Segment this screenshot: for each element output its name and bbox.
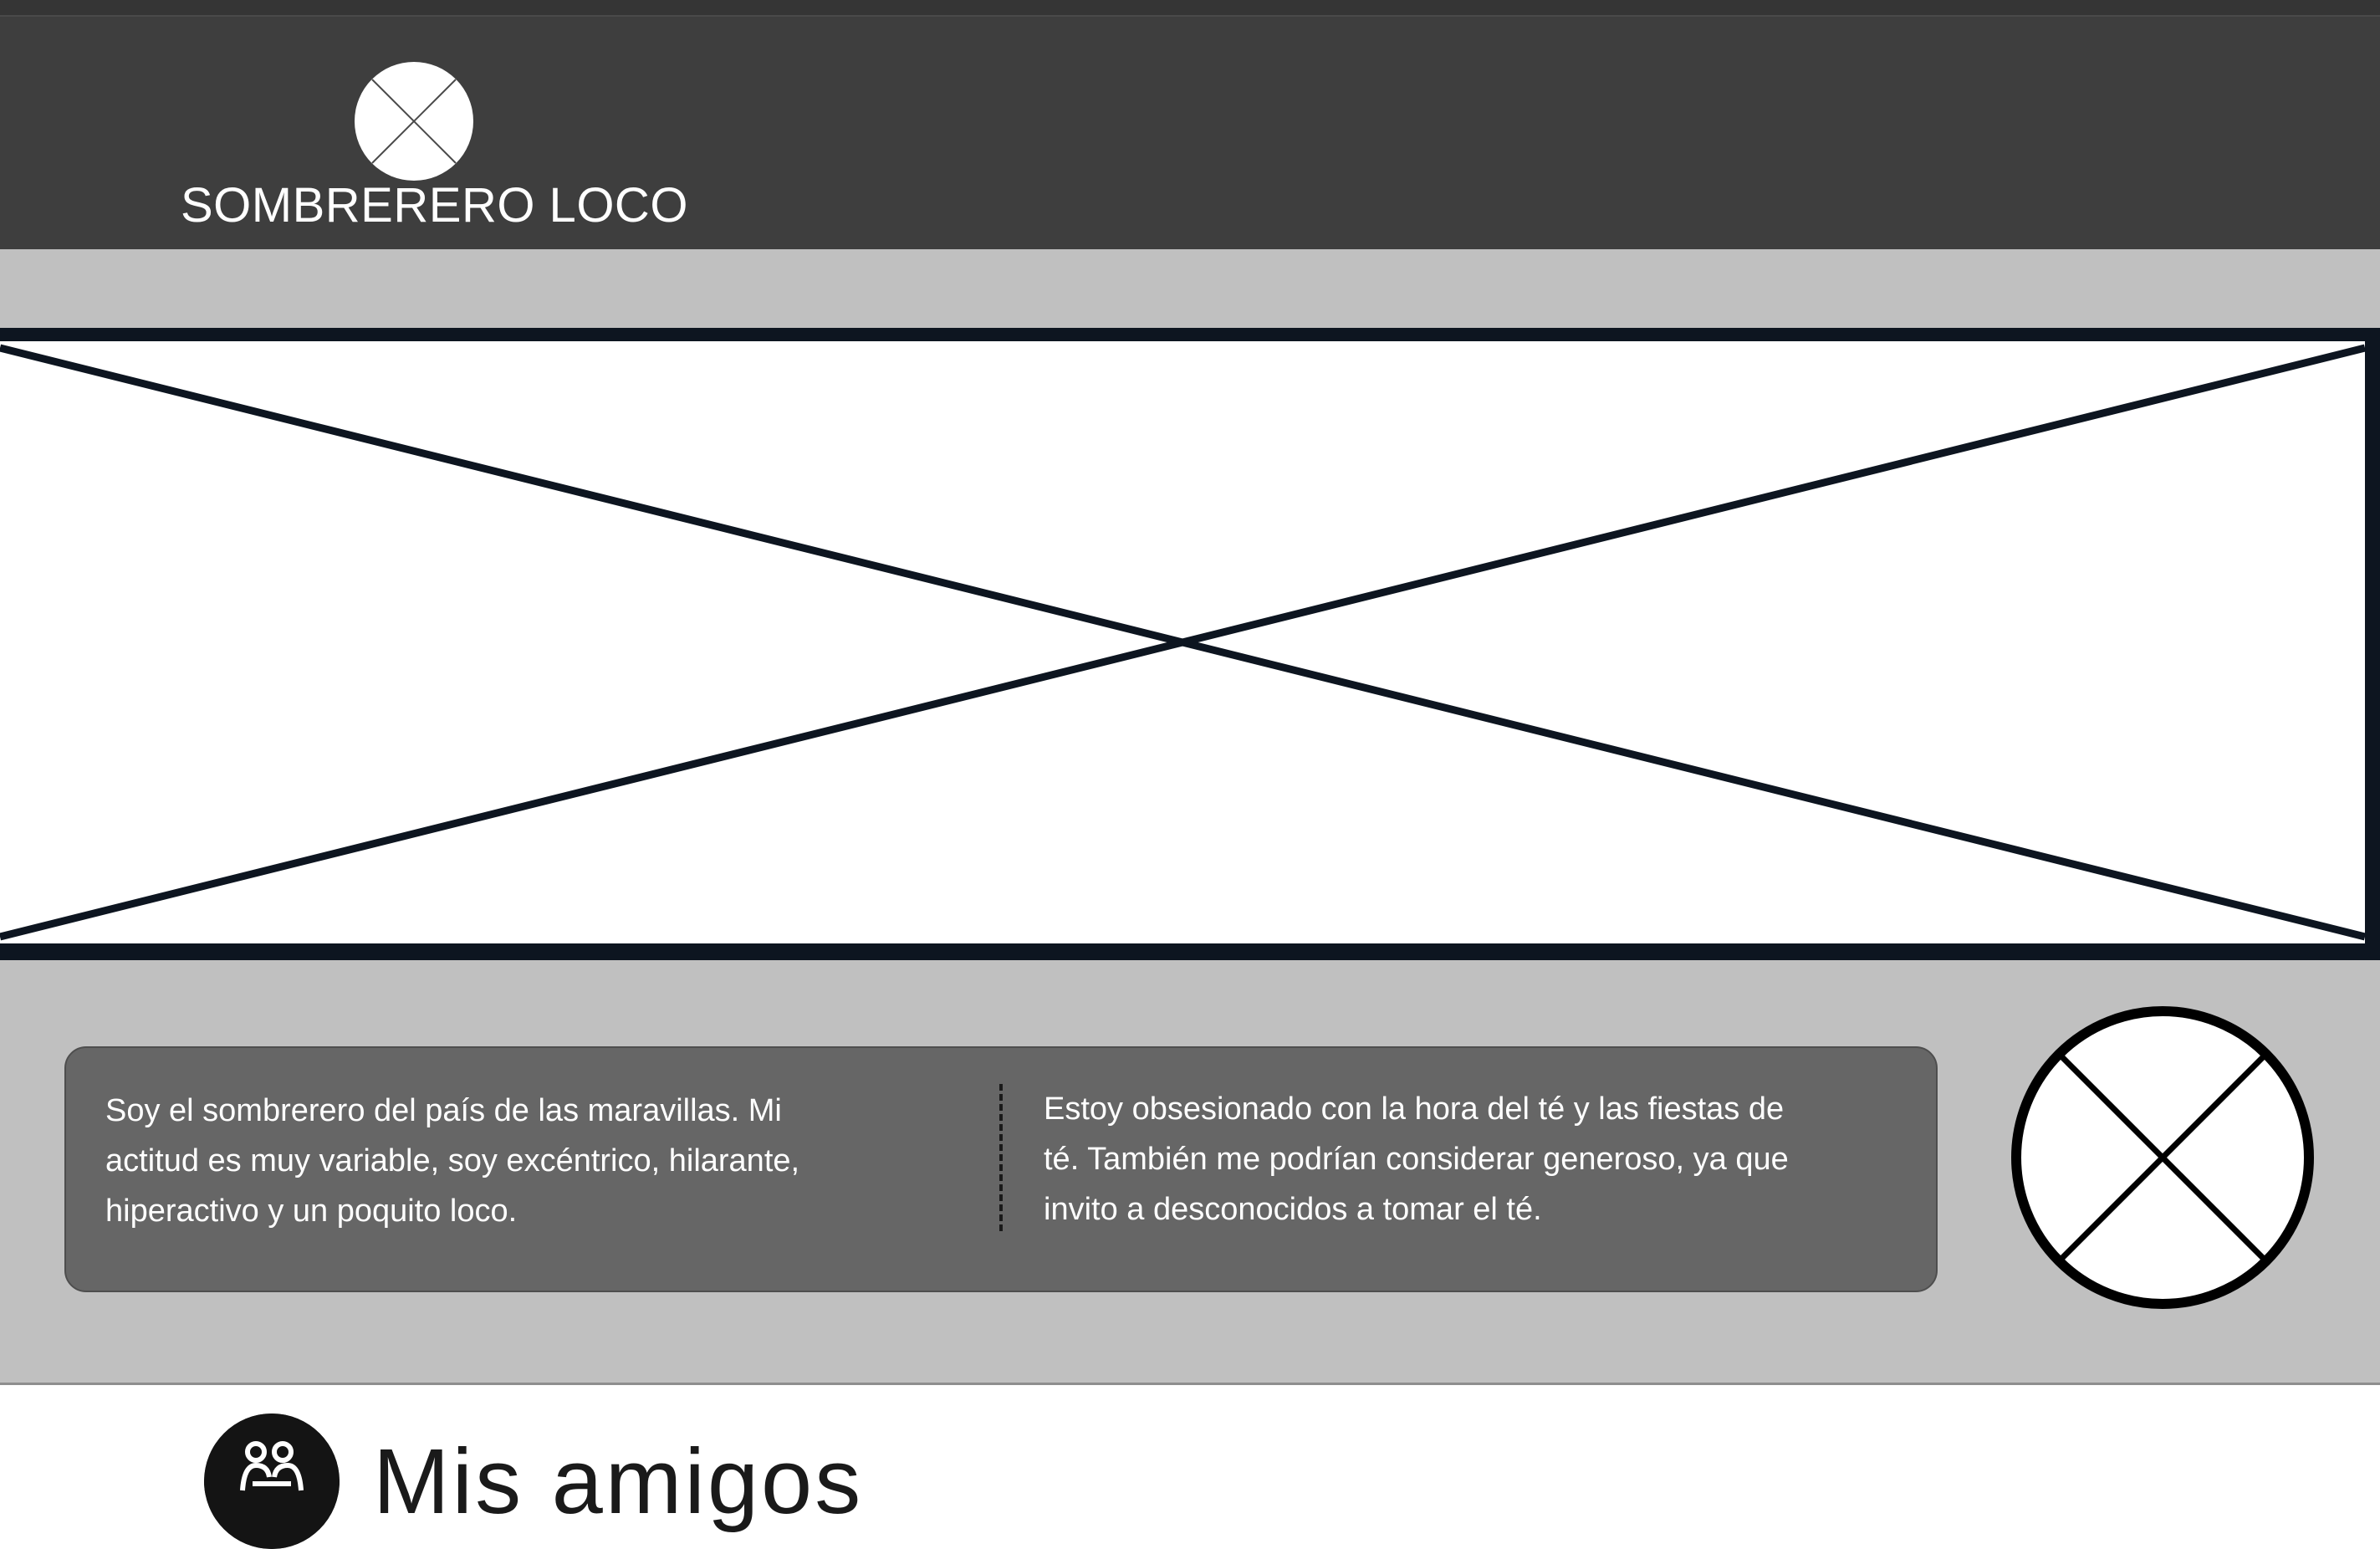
about-divider [999,1084,1003,1231]
friends-icon [204,1414,340,1549]
header-top-strip [0,0,2380,17]
logo-image-placeholder-icon[interactable] [355,62,473,181]
side-image-placeholder-icon [2010,1005,2315,1310]
hero-image-placeholder-icon [0,328,2380,960]
brand-title[interactable]: SOMBRERERO LOCO [181,177,688,233]
band-divider [0,1383,2380,1385]
about-right-text: Estoy obsesionado con la hora del té y l… [1044,1091,1789,1227]
about-left-text: Soy el sombrerero del país de las maravi… [105,1093,800,1229]
friends-section-title: Mis amigos [373,1430,864,1533]
